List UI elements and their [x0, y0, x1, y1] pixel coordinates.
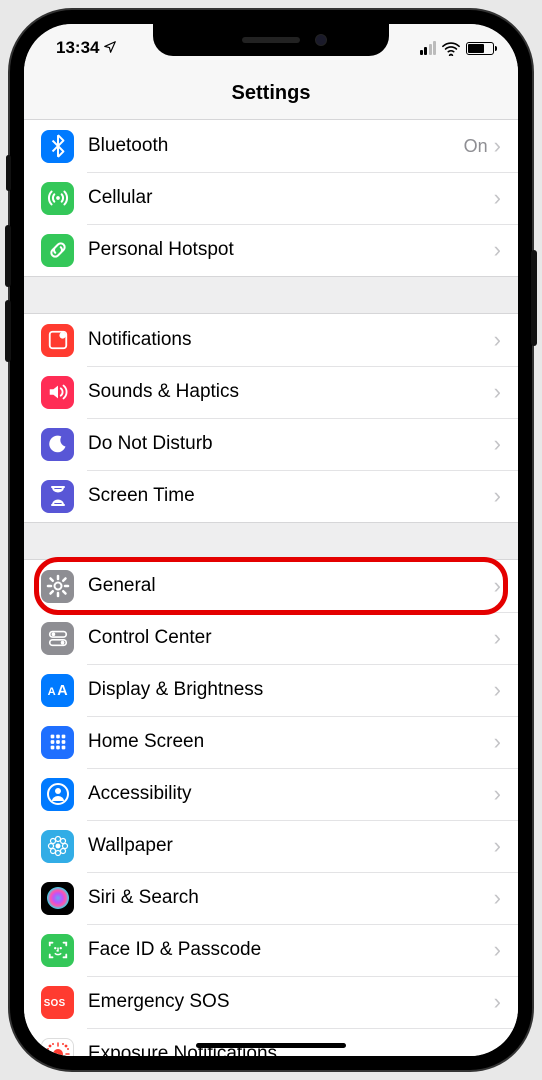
settings-row-general[interactable]: General›: [24, 560, 518, 612]
settings-row-homescreen[interactable]: Home Screen›: [24, 716, 518, 768]
chain-icon: [41, 234, 74, 267]
chevron-right-icon: ›: [494, 833, 501, 859]
settings-row-cellular[interactable]: Cellular›: [24, 172, 518, 224]
wifi-icon: [442, 41, 460, 55]
person-circle-icon: [41, 778, 74, 811]
group-separator: [24, 522, 518, 560]
chevron-right-icon: ›: [494, 483, 501, 509]
settings-group: BluetoothOn›Cellular›Personal Hotspot›: [24, 120, 518, 276]
row-label: General: [88, 575, 494, 597]
settings-row-sos[interactable]: SOS Emergency SOS›: [24, 976, 518, 1028]
settings-row-hotspot[interactable]: Personal Hotspot›: [24, 224, 518, 276]
row-label: Notifications: [88, 329, 494, 351]
settings-row-notifications[interactable]: Notifications›: [24, 314, 518, 366]
silence-switch: [6, 155, 11, 191]
chevron-right-icon: ›: [494, 185, 501, 211]
settings-row-exposure[interactable]: Exposure Notifications›: [24, 1028, 518, 1056]
chevron-right-icon: ›: [494, 781, 501, 807]
hourglass-icon: [41, 480, 74, 513]
row-label: Wallpaper: [88, 835, 494, 857]
settings-row-bluetooth[interactable]: BluetoothOn ›: [24, 120, 518, 172]
grid-icon: [41, 726, 74, 759]
chevron-right-icon: ›: [494, 573, 501, 599]
volume-down-button: [5, 300, 11, 362]
phone-frame: 13:34 Settings BluetoothOn›Cellular›Pers…: [10, 10, 532, 1070]
chevron-right-icon: ›: [494, 133, 501, 159]
row-label: Screen Time: [88, 485, 494, 507]
power-button: [531, 250, 537, 346]
settings-row-wallpaper[interactable]: Wallpaper›: [24, 820, 518, 872]
settings-row-accessibility[interactable]: Accessibility›: [24, 768, 518, 820]
settings-row-sounds[interactable]: Sounds & Haptics›: [24, 366, 518, 418]
row-label: Home Screen: [88, 731, 494, 753]
row-label: Bluetooth: [88, 135, 464, 157]
switches-icon: [41, 622, 74, 655]
sos-icon: SOS: [41, 986, 74, 1019]
aa-icon: AA: [41, 674, 74, 707]
row-label: Emergency SOS: [88, 991, 494, 1013]
screen: 13:34 Settings BluetoothOn›Cellular›Pers…: [24, 24, 518, 1056]
chevron-right-icon: ›: [494, 379, 501, 405]
flower-icon: [41, 830, 74, 863]
svg-text:A: A: [47, 686, 55, 698]
chevron-right-icon: ›: [494, 729, 501, 755]
settings-list[interactable]: BluetoothOn›Cellular›Personal Hotspot›No…: [24, 120, 518, 1056]
speaker-grille: [242, 37, 300, 43]
chevron-right-icon: ›: [494, 989, 501, 1015]
battery-icon: [466, 42, 494, 55]
svg-text:SOS: SOS: [43, 998, 65, 1009]
location-arrow-icon: [103, 40, 117, 57]
settings-row-display[interactable]: AA Display & Brightness›: [24, 664, 518, 716]
navigation-title-bar: Settings: [24, 70, 518, 120]
bell-square-icon: [41, 324, 74, 357]
notch: [153, 24, 389, 56]
antenna-icon: [41, 182, 74, 215]
chevron-right-icon: ›: [494, 1041, 501, 1056]
siri-icon: [41, 882, 74, 915]
chevron-right-icon: ›: [494, 237, 501, 263]
status-time: 13:34: [56, 38, 99, 58]
bluetooth-icon: [41, 130, 74, 163]
chevron-right-icon: ›: [494, 327, 501, 353]
settings-row-dnd[interactable]: Do Not Disturb›: [24, 418, 518, 470]
row-label: Display & Brightness: [88, 679, 494, 701]
chevron-right-icon: ›: [494, 431, 501, 457]
settings-group: General›Control Center›AADisplay & Brigh…: [24, 560, 518, 1056]
row-label: Do Not Disturb: [88, 433, 494, 455]
front-camera: [315, 34, 327, 46]
svg-text:A: A: [57, 683, 68, 699]
moon-icon: [41, 428, 74, 461]
chevron-right-icon: ›: [494, 625, 501, 651]
row-value: On: [464, 136, 488, 157]
row-label: Face ID & Passcode: [88, 939, 494, 961]
gear-icon: [41, 570, 74, 603]
home-indicator[interactable]: [196, 1043, 346, 1048]
settings-row-siri[interactable]: Siri & Search›: [24, 872, 518, 924]
settings-row-faceid[interactable]: Face ID & Passcode›: [24, 924, 518, 976]
chevron-right-icon: ›: [494, 937, 501, 963]
row-label: Control Center: [88, 627, 494, 649]
speaker-icon: [41, 376, 74, 409]
exposure-icon: [41, 1038, 74, 1057]
row-label: Personal Hotspot: [88, 239, 494, 261]
row-label: Cellular: [88, 187, 494, 209]
row-label: Siri & Search: [88, 887, 494, 909]
row-label: Sounds & Haptics: [88, 381, 494, 403]
page-title: Settings: [24, 82, 518, 105]
faceid-icon: [41, 934, 74, 967]
chevron-right-icon: ›: [494, 885, 501, 911]
chevron-right-icon: ›: [494, 677, 501, 703]
row-label: Accessibility: [88, 783, 494, 805]
volume-up-button: [5, 225, 11, 287]
settings-row-screentime[interactable]: Screen Time›: [24, 470, 518, 522]
group-separator: [24, 276, 518, 314]
settings-row-controlcenter[interactable]: Control Center›: [24, 612, 518, 664]
cell-signal-icon: [420, 41, 437, 55]
settings-group: Notifications›Sounds & Haptics›Do Not Di…: [24, 314, 518, 522]
